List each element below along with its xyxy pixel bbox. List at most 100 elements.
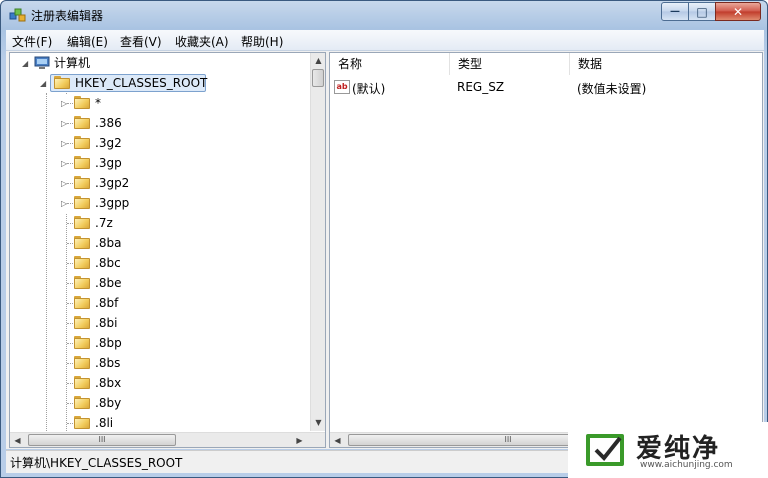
- tree-node-label: .8li: [95, 416, 114, 430]
- tree-node[interactable]: .8bp: [10, 333, 310, 353]
- scroll-right-arrow-icon[interactable]: ▶: [292, 433, 307, 447]
- horizontal-scroll-thumb[interactable]: III: [28, 434, 176, 446]
- value-data: (数值未设置): [577, 82, 647, 96]
- column-header-data[interactable]: 数据: [570, 53, 762, 75]
- tree-node-label: .3gp2: [95, 176, 130, 190]
- tree-node[interactable]: .8bs: [10, 353, 310, 373]
- folder-icon: [74, 156, 90, 169]
- tree-node-label: .8by: [95, 396, 122, 410]
- tree-node-label: .8bf: [95, 296, 119, 310]
- status-path: 计算机\HKEY_CLASSES_ROOT: [10, 456, 183, 470]
- menu-view[interactable]: 查看(V): [120, 33, 162, 50]
- value-name: (默认): [352, 82, 386, 96]
- value-list-pane[interactable]: 名称 类型 数据 ab (默认) REG_SZ (数值未设置) ◀ III: [329, 52, 763, 448]
- client-area: ◢ 计算机 ◢ HKEY_CLASSES_ROOT ▷ * ▷ .386 ▷ .3g2 ▷.…: [6, 51, 764, 449]
- tree-node-label: *: [95, 96, 101, 110]
- tree-vertical-scrollbar[interactable]: ▲ ▼: [310, 53, 325, 431]
- minimize-icon: —: [670, 6, 680, 17]
- tree-node-label: .8bp: [95, 336, 122, 350]
- folder-icon: [74, 116, 90, 129]
- menu-edit[interactable]: 编辑(E): [67, 33, 108, 50]
- tree-node-hkcr[interactable]: ◢ HKEY_CLASSES_ROOT: [10, 73, 310, 93]
- tree-node-computer[interactable]: ◢ 计算机: [10, 53, 310, 73]
- tree-node-label: .3g2: [95, 136, 122, 150]
- folder-icon: [74, 196, 90, 209]
- window-title: 注册表编辑器: [31, 9, 104, 23]
- tree-node[interactable]: .8bc: [10, 253, 310, 273]
- expand-arrow-icon[interactable]: ▷: [61, 94, 68, 114]
- minimize-button[interactable]: —: [661, 2, 689, 21]
- folder-icon: [74, 176, 90, 189]
- watermark-logo-icon: [586, 434, 624, 466]
- watermark-logo: 爱纯净 www.aichunjing.com: [568, 422, 768, 478]
- tree-node-label: .8bs: [95, 356, 121, 370]
- tree-horizontal-scrollbar[interactable]: ◀ III ▶: [10, 432, 325, 447]
- maximize-button[interactable]: □: [688, 2, 716, 21]
- tree-node[interactable]: .8ba: [10, 233, 310, 253]
- scroll-left-arrow-icon[interactable]: ◀: [330, 433, 345, 447]
- tree-node[interactable]: ▷ .386: [10, 113, 310, 134]
- tree-node[interactable]: ▷ *: [10, 93, 310, 114]
- vertical-scroll-thumb[interactable]: [312, 69, 324, 87]
- tree-node[interactable]: .7z: [10, 213, 310, 233]
- expand-arrow-icon[interactable]: ▷: [61, 134, 68, 154]
- folder-icon: [74, 376, 90, 389]
- folder-icon: [74, 296, 90, 309]
- maximize-icon: □: [696, 4, 708, 19]
- tree-node[interactable]: .8by: [10, 393, 310, 413]
- watermark-url: www.aichunjing.com: [640, 460, 733, 470]
- menu-bar: 文件(F) 编辑(E) 查看(V) 收藏夹(A) 帮助(H): [6, 30, 764, 51]
- tree-node-label: .3gp: [95, 156, 122, 170]
- column-header-type[interactable]: 类型: [450, 53, 570, 75]
- collapse-arrow-icon[interactable]: ◢: [40, 74, 46, 94]
- menu-favorites[interactable]: 收藏夹(A): [175, 33, 229, 50]
- column-header-name[interactable]: 名称: [330, 53, 450, 75]
- tree-node[interactable]: .8bx: [10, 373, 310, 393]
- close-button[interactable]: ✕: [715, 2, 761, 21]
- title-bar[interactable]: 注册表编辑器 — □ ✕: [1, 1, 767, 29]
- tree-node[interactable]: .8bi: [10, 313, 310, 333]
- scroll-up-arrow-icon[interactable]: ▲: [311, 53, 325, 68]
- folder-icon: [74, 216, 90, 229]
- value-row[interactable]: ab (默认) REG_SZ (数值未设置): [330, 77, 762, 97]
- tree-node-label: HKEY_CLASSES_ROOT: [75, 76, 208, 90]
- folder-icon: [74, 236, 90, 249]
- tree-node-label: 计算机: [54, 56, 91, 70]
- folder-icon: [74, 396, 90, 409]
- string-value-icon: ab: [334, 80, 350, 94]
- folder-icon: [74, 416, 90, 429]
- value-type: REG_SZ: [457, 80, 505, 94]
- registry-editor-window: 注册表编辑器 — □ ✕ 文件(F) 编辑(E) 查看(V) 收藏夹(A) 帮助…: [0, 0, 768, 478]
- scroll-down-arrow-icon[interactable]: ▼: [311, 415, 325, 430]
- folder-icon: [74, 96, 90, 109]
- folder-icon: [74, 276, 90, 289]
- folder-icon: [74, 336, 90, 349]
- menu-file[interactable]: 文件(F): [12, 33, 52, 50]
- folder-icon: [74, 256, 90, 269]
- expand-arrow-icon[interactable]: ▷: [61, 194, 68, 214]
- tree-node-label: .8be: [95, 276, 122, 290]
- tree-node[interactable]: ▷ .3gp2: [10, 173, 310, 194]
- key-tree-pane[interactable]: ◢ 计算机 ◢ HKEY_CLASSES_ROOT ▷ * ▷ .386 ▷ .3g2 ▷.…: [9, 52, 326, 448]
- computer-icon: [34, 56, 50, 69]
- menu-help[interactable]: 帮助(H): [241, 33, 283, 50]
- scroll-left-arrow-icon[interactable]: ◀: [10, 433, 25, 447]
- tree-node[interactable]: .8be: [10, 273, 310, 293]
- tree-node-label: .8bx: [95, 376, 122, 390]
- folder-icon: [74, 316, 90, 329]
- tree-node-label: .386: [95, 116, 122, 130]
- collapse-arrow-icon[interactable]: ◢: [22, 54, 28, 74]
- tree-node[interactable]: ▷ .3gpp: [10, 193, 310, 214]
- tree-node[interactable]: .8bf: [10, 293, 310, 313]
- tree-node[interactable]: ▷ .3g2: [10, 133, 310, 154]
- tree-node-label: .8bc: [95, 256, 121, 270]
- registry-app-icon: [9, 8, 26, 22]
- expand-arrow-icon[interactable]: ▷: [61, 154, 68, 174]
- close-icon: ✕: [732, 4, 744, 19]
- tree-node-label: .3gpp: [95, 196, 130, 210]
- expand-arrow-icon[interactable]: ▷: [61, 174, 68, 194]
- tree-node-label: .8ba: [95, 236, 122, 250]
- expand-arrow-icon[interactable]: ▷: [61, 114, 68, 134]
- tree-node[interactable]: .8li: [10, 413, 310, 433]
- tree-node[interactable]: ▷ .3gp: [10, 153, 310, 174]
